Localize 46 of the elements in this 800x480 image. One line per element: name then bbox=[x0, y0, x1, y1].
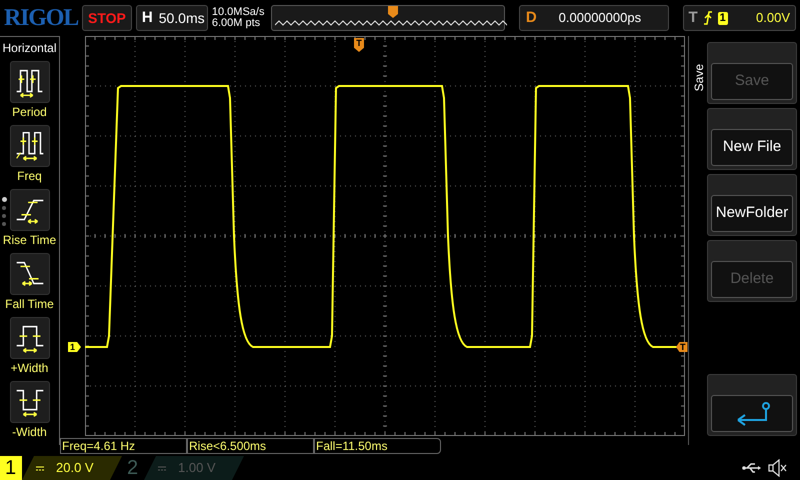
back-button[interactable] bbox=[707, 374, 797, 436]
scale-value: 20.0 V bbox=[56, 459, 94, 478]
channel-marker: 1 bbox=[68, 342, 82, 352]
timebase-value: 50.0ms bbox=[158, 8, 205, 28]
waveform-overview-icon bbox=[274, 19, 507, 27]
measure-label: -Width bbox=[12, 424, 47, 441]
delay-value: 0.00000000ps bbox=[558, 9, 642, 28]
delay-label: D bbox=[526, 8, 537, 28]
trigger-source: 1 bbox=[718, 12, 728, 24]
measure-button[interactable] bbox=[10, 189, 50, 231]
measure-button[interactable] bbox=[10, 61, 50, 103]
rising-edge-icon bbox=[702, 11, 713, 25]
measurement-readout: Freq=4.61 Hz bbox=[60, 438, 187, 454]
measure-label: Fall Time bbox=[5, 296, 54, 313]
dc-coupling-icon bbox=[36, 466, 44, 470]
channel-number[interactable]: 1 bbox=[0, 456, 22, 480]
trigger-level-marker: T bbox=[676, 342, 688, 352]
trigger-label: T bbox=[688, 8, 698, 28]
menu-title: Save bbox=[691, 64, 707, 92]
sample-rate: 10.0MSa/s bbox=[212, 7, 266, 18]
measure-button[interactable] bbox=[10, 125, 50, 167]
channel-scale[interactable]: 20.0 V bbox=[22, 456, 122, 480]
measure-label: Period bbox=[12, 104, 47, 121]
trigger-position-marker: T bbox=[354, 38, 364, 52]
scale-value: 1.00 V bbox=[178, 459, 216, 478]
channel-scale[interactable]: 1.00 V bbox=[144, 456, 244, 480]
measure-button[interactable] bbox=[10, 381, 50, 423]
usb-icon bbox=[742, 462, 762, 474]
measure-label: Rise Time bbox=[2, 232, 56, 249]
measure-button[interactable] bbox=[10, 253, 50, 295]
softkey-button[interactable]: New File bbox=[707, 108, 797, 170]
brand-logo: RIGOL bbox=[4, 4, 78, 33]
trigger-position-icon bbox=[388, 6, 398, 18]
softkey-button[interactable]: NewFolder bbox=[707, 174, 797, 236]
speaker-muted-icon bbox=[768, 459, 788, 477]
dc-coupling-icon bbox=[158, 466, 166, 470]
memory-depth: 6.00M pts bbox=[212, 18, 262, 29]
measure-button[interactable] bbox=[10, 317, 50, 359]
trigger-level: 0.00V bbox=[756, 9, 790, 28]
measure-label: Freq bbox=[17, 168, 42, 185]
menu-title: Horizontal bbox=[2, 40, 57, 57]
timebase-label: H bbox=[142, 8, 153, 28]
measure-label: +Width bbox=[10, 360, 48, 377]
measurement-readout: Fall=11.50ms bbox=[314, 438, 441, 454]
measurement-readout: Rise<6.500ms bbox=[187, 438, 314, 454]
run-status[interactable]: STOP bbox=[82, 5, 132, 31]
